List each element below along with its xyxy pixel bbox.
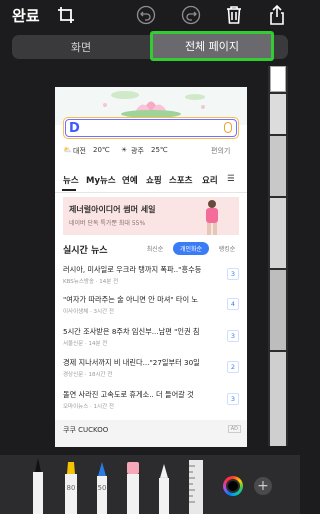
tab-ranking[interactable]: 랭킹순 xyxy=(211,242,243,255)
daum-logo: D xyxy=(69,121,80,136)
news-comment-badge: 3 xyxy=(227,393,239,405)
screenshot-editor: 완료 화면 전체 페이지 D ⛅ 대전 20℃ ☀ 광주 25℃ 편의기 뉴스 … xyxy=(0,0,300,514)
ad-subtitle: 네이버 단독 특가뿐 최대 55% xyxy=(69,220,146,227)
ad-title: 제너럴아이디어 썸머 세일 xyxy=(69,205,156,214)
weather-temp: 25℃ xyxy=(151,146,168,154)
ad-model-image xyxy=(206,200,218,235)
marker-tool[interactable]: 80 xyxy=(62,456,80,514)
news-comment-badge: 3 xyxy=(227,268,239,280)
category-nav: 뉴스 My뉴스 연예 쇼핑 스포츠 요리 ☰ xyxy=(61,173,241,189)
ad-banner[interactable]: 제너럴아이디어 썸머 세일 네이버 단독 특가뿐 최대 55% xyxy=(63,197,239,235)
nav-item-cooking[interactable]: 요리 xyxy=(202,174,218,186)
news-comment-badge: 2 xyxy=(227,361,239,373)
news-item[interactable]: 돌연 사라진 고속도로 휴게소.. 더 들어갈 것 오마이뉴스 · 1시간 전 … xyxy=(63,390,241,418)
tab-full-page[interactable]: 전체 페이지 xyxy=(150,31,274,61)
navigator-segment xyxy=(270,198,286,268)
footer-ad-text: 쿠쿠 CUCKOO xyxy=(63,426,109,434)
navigator-segment xyxy=(270,136,286,196)
news-item[interactable]: 경제 지나서까지 비 내린다..."27일부터 30일 경상신문 · 18시간 … xyxy=(63,358,241,386)
redo-icon[interactable] xyxy=(180,4,202,26)
navigator-viewport[interactable] xyxy=(270,66,286,92)
weather-temp: 20℃ xyxy=(93,146,110,154)
weather-city: 광주 xyxy=(131,147,144,155)
lasso-tool[interactable] xyxy=(156,456,172,514)
nav-item-mynews[interactable]: My뉴스 xyxy=(86,174,116,186)
news-item[interactable]: 러시아, 미사일로 우크라 탱까지 폭파.."흥수등 KBS뉴스방송 · 14분… xyxy=(63,265,241,293)
nav-item-sports[interactable]: 스포츠 xyxy=(169,174,192,186)
nav-divider xyxy=(55,192,247,193)
news-meta: 오마이뉴스 · 1시간 전 xyxy=(63,404,114,410)
ruler-tool[interactable] xyxy=(186,456,206,514)
search-input[interactable]: D xyxy=(63,117,239,139)
pen-tool[interactable] xyxy=(30,456,46,514)
color-picker-icon[interactable] xyxy=(223,476,243,496)
selected-color-swatch xyxy=(226,479,240,493)
tool-label-50: 50 xyxy=(98,484,107,492)
news-item[interactable]: 5시간 조사받은 8주차 임신부...남편 "인권 침 서울신문 · 14분 전… xyxy=(63,327,241,355)
news-item[interactable]: "여자가 따라주는 술 아니면 안 마셔" 타이 노 이사이생체 · 3시간 전… xyxy=(63,295,241,323)
crop-icon[interactable] xyxy=(55,4,77,26)
news-meta: 서울신문 · 14분 전 xyxy=(63,341,108,347)
news-meta: 이사이생체 · 3시간 전 xyxy=(63,309,114,315)
weather-city: 대전 xyxy=(73,147,86,155)
menu-icon[interactable]: ☰ xyxy=(227,174,235,184)
navigator-segment xyxy=(270,352,286,446)
eraser-tool[interactable] xyxy=(124,456,142,514)
done-button[interactable]: 완료 xyxy=(12,5,40,26)
news-section-title: 실시간 뉴스 xyxy=(63,246,108,256)
news-title: 러시아, 미사일로 우크라 탱까지 폭파.."흥수등 xyxy=(63,265,202,274)
pencil-tool[interactable]: 50 xyxy=(94,456,110,514)
tab-latest[interactable]: 최신순 xyxy=(139,242,171,255)
news-title: 경제 지나서까지 비 내린다..."27일부터 30일 xyxy=(63,358,200,367)
share-icon[interactable] xyxy=(266,4,288,26)
news-comment-badge: 4 xyxy=(227,298,239,310)
navigator-segment xyxy=(270,94,286,134)
add-tool-button[interactable]: + xyxy=(254,477,272,495)
page-navigator-strip[interactable] xyxy=(268,66,288,446)
nav-item-news[interactable]: 뉴스 xyxy=(63,174,79,186)
nav-active-underline xyxy=(62,189,76,191)
nav-item-shopping[interactable]: 쇼핑 xyxy=(146,174,162,186)
news-title: 5시간 조사받은 8주차 임신부...남편 "인권 침 xyxy=(63,327,200,336)
top-toolbar: 완료 xyxy=(0,0,300,30)
search-input-frame xyxy=(65,119,237,137)
undo-icon[interactable] xyxy=(135,4,157,26)
page-preview: D ⛅ 대전 20℃ ☀ 광주 25℃ 편의기 뉴스 My뉴스 연예 쇼핑 스포… xyxy=(55,87,247,447)
microphone-icon[interactable] xyxy=(224,122,232,133)
news-title: 돌연 사라진 고속도로 휴게소.. 더 들어갈 것 xyxy=(63,390,194,399)
footer-ad-bar[interactable]: 쿠쿠 CUCKOO AD xyxy=(55,420,247,447)
weather-icon: ☀ xyxy=(121,146,128,154)
weather-bar: ⛅ 대전 20℃ ☀ 광주 25℃ 편의기 xyxy=(63,144,239,158)
news-sort-tabs: 최신순 개인화순 랭킹순 xyxy=(139,242,243,255)
nav-item-entertainment[interactable]: 연예 xyxy=(122,174,138,186)
navigator-segment xyxy=(270,270,286,350)
news-meta: KBS뉴스방송 · 14분 전 xyxy=(63,279,119,285)
weather-icon: ⛅ xyxy=(63,146,72,154)
ad-tag: AD xyxy=(227,425,241,433)
trash-icon[interactable] xyxy=(223,4,245,26)
tab-personalized[interactable]: 개인화순 xyxy=(173,242,209,255)
news-comment-badge: 3 xyxy=(227,330,239,342)
weather-link[interactable]: 편의기 xyxy=(211,146,230,156)
tool-label-80: 80 xyxy=(67,484,76,492)
news-meta: 경상신문 · 18시간 전 xyxy=(63,372,113,378)
news-title: "여자가 따라주는 술 아니면 안 마셔" 타이 노 xyxy=(63,295,199,304)
tab-screen[interactable]: 화면 xyxy=(12,35,150,59)
